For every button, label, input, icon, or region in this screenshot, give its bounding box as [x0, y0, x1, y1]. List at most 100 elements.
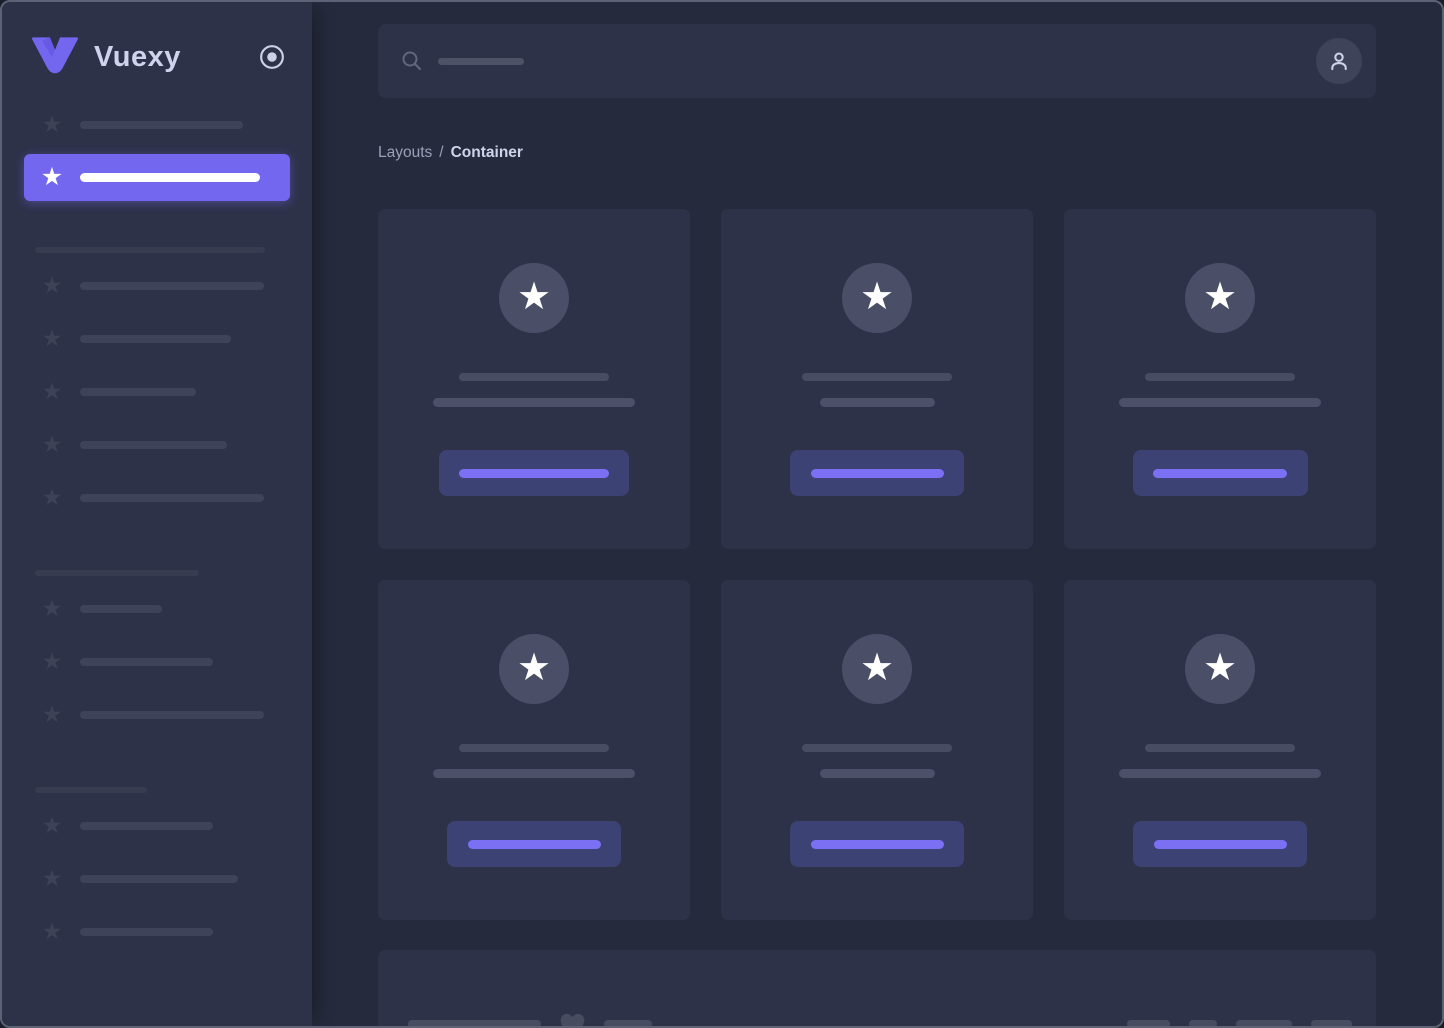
- radio-dot-icon: [260, 45, 284, 69]
- star-icon: ★: [41, 378, 63, 404]
- card: ★: [1064, 209, 1376, 549]
- card-line-skeleton: [819, 398, 935, 407]
- sidebar-item[interactable]: ★: [24, 259, 290, 312]
- sidebar-item[interactable]: ★: [24, 799, 290, 852]
- card: ★: [378, 580, 690, 920]
- card-line-skeleton: [1119, 769, 1321, 778]
- search-icon: [400, 49, 424, 73]
- star-icon: ★: [41, 918, 63, 944]
- card-button[interactable]: [439, 450, 629, 496]
- footer-caption-skeleton: [604, 1020, 652, 1026]
- breadcrumb: Layouts / Container: [378, 142, 1376, 164]
- star-icon: ★: [41, 865, 63, 891]
- sidebar-item[interactable]: ★: [24, 471, 290, 524]
- sidebar-item-label-skeleton: [80, 927, 213, 936]
- card-line-skeleton: [1145, 373, 1295, 381]
- breadcrumb-current: Container: [450, 144, 523, 161]
- card-button-label-skeleton: [810, 839, 944, 849]
- sidebar-item-label-skeleton: [80, 173, 260, 182]
- card-avatar-circle: ★: [1185, 263, 1255, 333]
- footer-right-group: [1127, 1020, 1352, 1026]
- card-button-label-skeleton: [467, 839, 601, 849]
- star-icon: ★: [41, 595, 63, 621]
- footer-title-skeleton: [408, 1020, 541, 1026]
- card-button[interactable]: [447, 821, 621, 867]
- sidebar-item-active[interactable]: ★: [24, 154, 290, 201]
- footer-meta-skeleton: [1189, 1020, 1217, 1026]
- card-line-skeleton: [802, 373, 952, 381]
- sidebar-item-label-skeleton: [80, 657, 213, 666]
- sidebar-item-label-skeleton: [80, 120, 243, 129]
- sidebar-item[interactable]: ★: [24, 582, 290, 635]
- vuexy-logo-icon: [30, 36, 80, 78]
- sidebar-nav: ★ ★ ★ ★ ★ ★ ★ ★ ★ ★ ★ ★ ★: [2, 98, 312, 958]
- card-avatar-circle: ★: [1185, 634, 1255, 704]
- sidebar-collapse-toggle[interactable]: [258, 43, 286, 71]
- card-line-skeleton: [1145, 744, 1295, 752]
- sidebar-section-header-skeleton: [35, 787, 147, 793]
- sidebar-item-label-skeleton: [80, 334, 231, 343]
- sidebar-item-label-skeleton: [80, 387, 196, 396]
- sidebar-item[interactable]: ★: [24, 365, 290, 418]
- footer-meta-skeleton: [1127, 1020, 1170, 1026]
- card: ★: [378, 209, 690, 549]
- card-line-skeleton: [802, 744, 952, 752]
- card-button[interactable]: [1133, 821, 1307, 867]
- star-icon: ★: [41, 812, 63, 838]
- user-avatar[interactable]: [1316, 38, 1362, 84]
- card-line-skeleton: [1119, 398, 1321, 407]
- heart-icon[interactable]: [559, 1012, 586, 1026]
- sidebar-section-header-skeleton: [35, 570, 199, 576]
- card: ★: [721, 209, 1033, 549]
- card-line-skeleton: [459, 744, 609, 752]
- card-button[interactable]: [790, 450, 964, 496]
- breadcrumb-section-link[interactable]: Layouts: [378, 144, 432, 162]
- search-placeholder-skeleton: [438, 57, 524, 65]
- search-bar[interactable]: [378, 24, 1376, 98]
- sidebar-item[interactable]: ★: [24, 852, 290, 905]
- star-icon: ★: [859, 647, 895, 689]
- sidebar-item[interactable]: ★: [24, 688, 290, 741]
- footer-meta-skeleton: [1236, 1020, 1292, 1026]
- user-icon: [1331, 52, 1347, 71]
- sidebar-item-label-skeleton: [80, 874, 238, 883]
- sidebar-item[interactable]: ★: [24, 418, 290, 471]
- card-avatar-circle: ★: [842, 263, 912, 333]
- sidebar-item[interactable]: ★: [24, 98, 290, 151]
- sidebar-item-label-skeleton: [80, 604, 162, 613]
- app-window: Vuexy ★ ★ ★ ★ ★ ★ ★ ★ ★ ★ ★ ★ ★ Layouts …: [0, 0, 1444, 1028]
- card: ★: [721, 580, 1033, 920]
- star-icon: ★: [859, 276, 895, 318]
- card-button[interactable]: [790, 821, 964, 867]
- star-icon: ★: [41, 272, 63, 298]
- sidebar-item-label-skeleton: [80, 710, 264, 719]
- star-icon: ★: [41, 648, 63, 674]
- star-icon: ★: [516, 276, 552, 318]
- sidebar-item[interactable]: ★: [24, 312, 290, 365]
- star-icon: ★: [41, 325, 63, 351]
- card-button[interactable]: [1132, 450, 1308, 496]
- card-line-skeleton: [459, 373, 609, 381]
- card-button-label-skeleton: [1153, 839, 1287, 849]
- footer-card: [378, 950, 1376, 1026]
- sidebar-item[interactable]: ★: [24, 635, 290, 688]
- sidebar-section-header-skeleton: [35, 247, 265, 253]
- sidebar-item-label-skeleton: [80, 821, 213, 830]
- breadcrumb-separator: /: [439, 144, 444, 161]
- footer-meta-skeleton: [1311, 1020, 1352, 1026]
- star-icon: ★: [1202, 647, 1238, 689]
- sidebar: Vuexy ★ ★ ★ ★ ★ ★ ★ ★ ★ ★ ★ ★ ★: [2, 2, 312, 1026]
- star-icon: ★: [41, 484, 63, 510]
- card-line-skeleton: [819, 769, 935, 778]
- footer-left-group: [408, 1012, 652, 1026]
- sidebar-item-label-skeleton: [80, 281, 264, 290]
- main-content: Layouts / Container ★ ★ ★ ★ ★ ★: [312, 2, 1442, 1026]
- card-button-label-skeleton: [810, 468, 944, 478]
- brand-row: Vuexy: [30, 32, 286, 82]
- sidebar-item[interactable]: ★: [24, 905, 290, 958]
- sidebar-item-label-skeleton: [80, 440, 227, 449]
- card-avatar-circle: ★: [499, 263, 569, 333]
- card: ★: [1064, 580, 1376, 920]
- card-line-skeleton: [433, 398, 635, 407]
- star-icon: ★: [516, 647, 552, 689]
